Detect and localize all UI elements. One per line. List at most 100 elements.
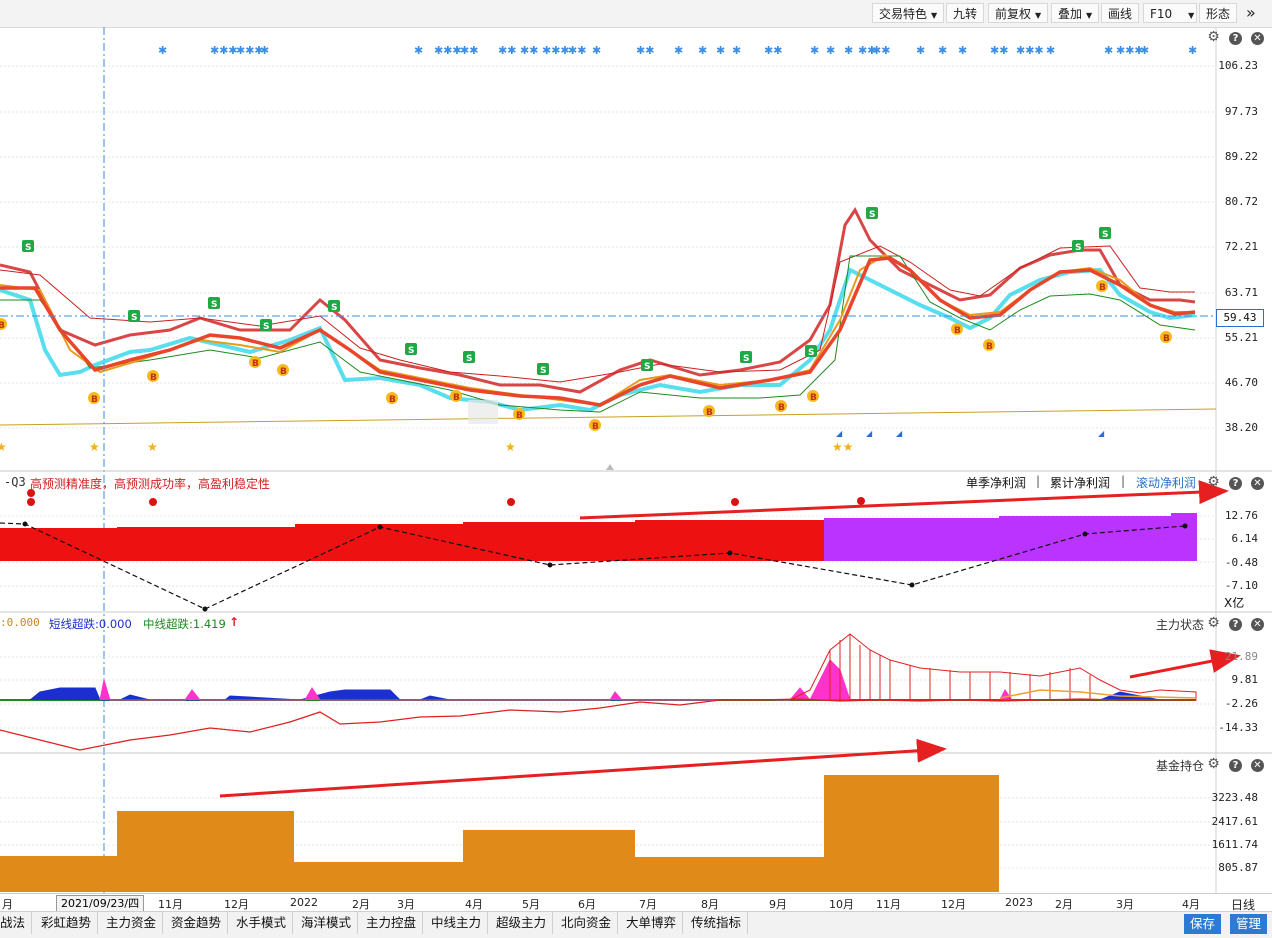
price-tick: 38.20 [1224, 421, 1258, 434]
help-icon[interactable]: ? [1229, 759, 1242, 772]
gear-icon[interactable]: ⚙ [1207, 616, 1220, 630]
force-legend-a: :0.000 [0, 616, 40, 629]
svg-text:S: S [131, 313, 137, 323]
tab-super-main[interactable]: 超级主力 [490, 912, 554, 934]
profit-period-label: -Q3 [4, 475, 26, 489]
svg-text:✱: ✱ [1104, 44, 1113, 57]
tab-sailor-mode[interactable]: 水手模式 [230, 912, 294, 934]
help-icon[interactable]: ? [1229, 477, 1242, 490]
tab-mid-main[interactable]: 中线主力 [425, 912, 489, 934]
profit-pane-icons: ⚙? ✕ [1198, 475, 1264, 490]
svg-text:S: S [1102, 230, 1108, 240]
date-label: 11月 [158, 898, 183, 911]
svg-text:B: B [592, 422, 599, 432]
tab-rainbow-trend[interactable]: 彩虹趋势 [35, 912, 99, 934]
svg-text:B: B [252, 359, 259, 369]
svg-text:B: B [810, 393, 817, 403]
svg-text:◢: ◢ [866, 429, 873, 438]
profit-bar [999, 516, 1171, 561]
svg-text:✱✱✱: ✱✱✱ [542, 44, 570, 57]
scroll-up-icon[interactable] [606, 464, 614, 470]
svg-text:B: B [453, 393, 460, 403]
date-axis: 月 2021/09/23/四 11月 12月 2022 2月 3月 4月 5月 … [0, 893, 1272, 912]
indicator-tabs: 战法 彩虹趋势 主力资金 资金趋势 水手模式 海洋模式 主力控盘 中线主力 超级… [0, 911, 1272, 938]
svg-text:✱✱: ✱✱ [460, 44, 478, 57]
force-red-columns [789, 633, 1197, 701]
gear-icon[interactable]: ⚙ [1207, 757, 1220, 771]
svg-text:✱: ✱ [810, 44, 819, 57]
svg-text:✱: ✱ [826, 44, 835, 57]
tab-traditional[interactable]: 传统指标 [685, 912, 749, 934]
tab-big-order[interactable]: 大单博弈 [620, 912, 684, 934]
force-legend-short: 短线超跌:0.000 [49, 617, 132, 631]
svg-text:B: B [0, 321, 5, 331]
help-icon[interactable]: ? [1229, 32, 1242, 45]
price-tick: 97.73 [1224, 105, 1258, 118]
force-grid [0, 656, 1216, 729]
tab-northbound[interactable]: 北向资金 [555, 912, 619, 934]
svg-text:B: B [280, 367, 287, 377]
profit-option-cumulative[interactable]: 累计净利润 [1050, 474, 1110, 491]
tab-main-funds[interactable]: 主力资金 [100, 912, 164, 934]
gear-icon[interactable]: ⚙ [1207, 30, 1220, 44]
svg-text:S: S [869, 210, 875, 220]
svg-text:✱: ✱ [1140, 44, 1149, 57]
tab-strategy[interactable]: 战法 [0, 912, 33, 934]
tab-main-control[interactable]: 主力控盘 [360, 912, 424, 934]
date-label: 6月 [578, 898, 596, 911]
svg-text:✱: ✱ [260, 44, 269, 57]
date-label: 2月 [352, 898, 370, 911]
svg-text:✱: ✱ [716, 44, 725, 57]
svg-text:✱: ✱ [844, 44, 853, 57]
date-label: 11月 [876, 898, 901, 911]
save-button[interactable]: 保存 [1184, 914, 1222, 934]
price-tick: 46.70 [1224, 376, 1258, 389]
close-icon[interactable]: ✕ [1251, 32, 1264, 45]
force-pane-icons: ⚙? ✕ [1198, 616, 1264, 631]
profit-option-rolling[interactable]: 滚动净利润 [1136, 474, 1196, 491]
svg-text:★: ★ [505, 440, 516, 454]
svg-text:✱: ✱ [732, 44, 741, 57]
price-tick: 80.72 [1224, 195, 1258, 208]
svg-text:◢: ◢ [1098, 429, 1105, 438]
tab-ocean-mode[interactable]: 海洋模式 [295, 912, 359, 934]
manage-button[interactable]: 管理 [1230, 914, 1268, 934]
fund-tick: 805.87 [1218, 861, 1258, 874]
svg-text:B: B [954, 326, 961, 336]
svg-text:✱✱: ✱✱ [990, 44, 1008, 57]
long-trend-line [0, 408, 1217, 426]
fund-bar [824, 775, 999, 892]
force-legend-mid: 中线超跌:1.419 [143, 617, 226, 631]
flag-markers: ◢ ◢ ◢ ◢ [836, 429, 1105, 438]
svg-text:B: B [1099, 283, 1106, 293]
svg-text:✱: ✱ [698, 44, 707, 57]
profit-bar [117, 527, 295, 561]
svg-text:◢: ◢ [896, 429, 903, 438]
date-label: 5月 [522, 898, 540, 911]
gear-icon[interactable]: ⚙ [1207, 475, 1220, 489]
help-icon[interactable]: ? [1229, 618, 1242, 631]
date-label: 8月 [701, 898, 719, 911]
top-star-markers: ✱ ✱✱✱✱✱✱✱ ✱ ✱✱✱✱✱ ✱✱ ✱✱ ✱✱✱✱✱ ✱ ✱✱ ✱ ✱ ✱ ✱ ✱✱ ✱ ✱ ✱ ✱… [158, 44, 1197, 57]
svg-text:◢: ◢ [836, 429, 843, 438]
force-pane-title: 主力状态 [1156, 618, 1205, 632]
option-separator: | [1121, 474, 1126, 488]
close-icon[interactable]: ✕ [1251, 759, 1264, 772]
svg-text:✱✱: ✱✱ [872, 44, 890, 57]
close-icon[interactable]: ✕ [1251, 618, 1264, 631]
fund-pane-title: 基金持仓 [1156, 759, 1205, 773]
svg-text:B: B [1163, 334, 1170, 344]
date-label: 10月 [829, 898, 854, 911]
svg-text:✱✱: ✱✱ [764, 44, 782, 57]
svg-text:S: S [466, 354, 472, 364]
date-label: 12月 [224, 898, 249, 911]
fund-bar [463, 830, 635, 892]
svg-text:✱✱: ✱✱ [498, 44, 516, 57]
tab-fund-trend[interactable]: 资金趋势 [165, 912, 229, 934]
svg-text:B: B [516, 411, 523, 421]
fund-bar [294, 862, 463, 892]
date-label: 7月 [639, 898, 657, 911]
close-icon[interactable]: ✕ [1251, 477, 1264, 490]
profit-option-quarterly[interactable]: 单季净利润 [966, 474, 1026, 491]
svg-text:✱✱✱: ✱✱✱ [434, 44, 462, 57]
